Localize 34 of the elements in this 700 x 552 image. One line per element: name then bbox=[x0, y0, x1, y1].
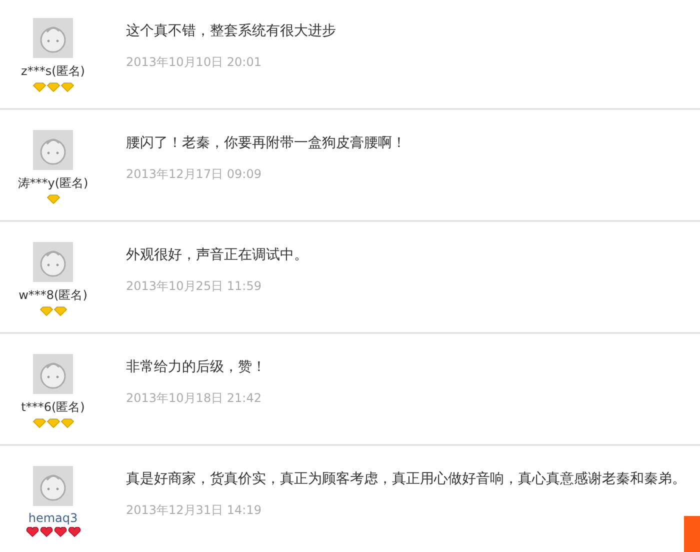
review-text: 外观很好，声音正在调试中。 bbox=[126, 246, 308, 264]
heart-icon bbox=[68, 527, 80, 537]
review-text: 非常给力的后级，赞！ bbox=[126, 358, 266, 376]
diamond-icon bbox=[46, 82, 60, 92]
diamond-icon bbox=[32, 82, 46, 92]
side-tab[interactable] bbox=[684, 516, 700, 552]
diamond-icon bbox=[46, 418, 60, 428]
avatar-icon bbox=[33, 354, 73, 394]
avatar-icon bbox=[33, 18, 73, 58]
review-date: 2013年10月18日 21:42 bbox=[126, 390, 262, 407]
heart-icon bbox=[40, 527, 52, 537]
diamond-icon bbox=[32, 418, 46, 428]
avatar-icon bbox=[33, 130, 73, 170]
username: t***6(匿名) bbox=[21, 399, 85, 416]
avatar-icon bbox=[33, 466, 73, 506]
review-date: 2013年10月10日 20:01 bbox=[126, 54, 262, 71]
username: z***s(匿名) bbox=[21, 63, 85, 80]
heart-icon bbox=[26, 527, 38, 537]
username[interactable]: hemaq3 bbox=[28, 511, 78, 525]
diamond-icon bbox=[60, 418, 74, 428]
review-date: 2013年10月25日 11:59 bbox=[126, 278, 262, 295]
diamond-icon bbox=[60, 82, 74, 92]
diamond-icon bbox=[46, 194, 60, 204]
diamond-icon bbox=[54, 306, 66, 316]
review-text: 这个真不错，整套系统有很大进步 bbox=[126, 22, 336, 40]
avatar-icon bbox=[33, 242, 73, 282]
review-date: 2013年12月31日 14:19 bbox=[126, 502, 262, 519]
username: w***8(匿名) bbox=[18, 287, 88, 304]
diamond-icon bbox=[40, 306, 52, 316]
review-text: 腰闪了！老秦，你要再附带一盒狗皮膏腰啊！ bbox=[126, 134, 406, 152]
review-date: 2013年12月17日 09:09 bbox=[126, 166, 262, 183]
heart-icon bbox=[54, 527, 66, 537]
review-text: 真是好商家，货真价实，真正为顾客考虑，真正用心做好音响，真心真意感谢老秦和秦弟。 bbox=[126, 470, 686, 488]
username: 涛***y(匿名) bbox=[18, 175, 88, 192]
